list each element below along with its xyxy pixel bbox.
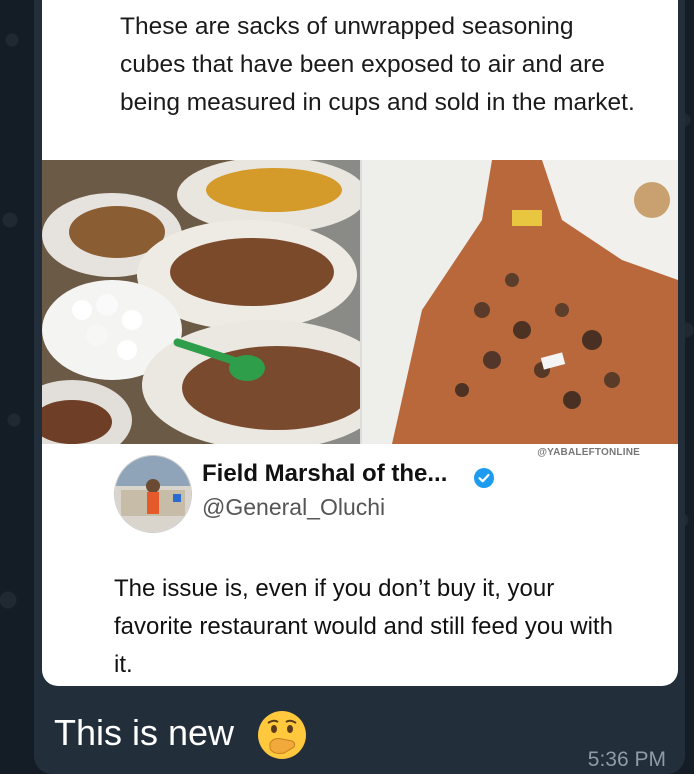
avatar[interactable] [114, 455, 192, 533]
photo-collage [42, 160, 678, 444]
cubes-closeup-photo [362, 160, 678, 444]
verified-badge-icon [474, 468, 494, 488]
tweet-text: The issue is, even if you don’t buy it, … [114, 575, 613, 678]
message-caption: This is new [54, 712, 235, 753]
forwarded-image-card[interactable]: These are sacks of unwrapped seasoning c… [42, 0, 678, 686]
account-name: Field Marshal of the... [202, 460, 448, 487]
watermark: @YABALEFTONLINE [537, 447, 640, 458]
sacks-photo [42, 160, 360, 444]
hand-over-mouth-emoji-icon [258, 711, 306, 759]
message-time: 5:36 PM [587, 748, 666, 771]
account-handle: @General_Oluchi [202, 494, 386, 520]
post-text: These are sacks of unwrapped seasoning c… [120, 13, 635, 116]
